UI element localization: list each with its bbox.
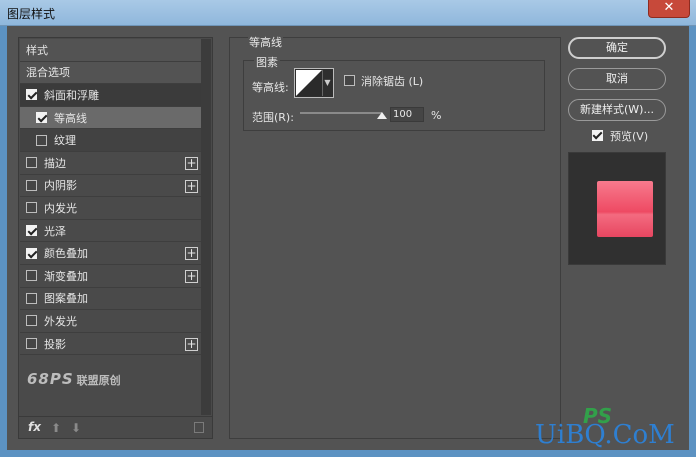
style-item-label: 斜面和浮雕 <box>44 88 99 102</box>
style-item-label: 颜色叠加 <box>44 247 88 261</box>
close-button[interactable]: ✕ <box>648 0 690 18</box>
style-item-label: 投影 <box>44 337 66 351</box>
styles-bottom-bar: fx ⬆ ⬇ <box>19 416 212 438</box>
bevel-emboss-checkbox[interactable] <box>26 89 37 101</box>
dialog-body: 样式 混合选项 斜面和浮雕 等高线 纹理 描边 + 内阴影 + 内发光 光泽 颜… <box>7 26 689 450</box>
style-item-inner-shadow[interactable]: 内阴影 + <box>20 175 201 198</box>
style-item-label: 图案叠加 <box>44 292 88 306</box>
style-item-satin[interactable]: 光泽 <box>20 220 201 243</box>
move-down-icon[interactable]: ⬇ <box>71 421 81 435</box>
style-item-label: 等高线 <box>54 111 87 125</box>
style-item-stroke[interactable]: 描边 + <box>20 152 201 175</box>
style-item-label: 描边 <box>44 156 66 170</box>
elements-fieldset: 图素 等高线: ▼ 消除锯齿 (L) 范围(R): 100 % <box>243 54 545 131</box>
range-input[interactable]: 100 <box>390 107 424 122</box>
style-item-label: 纹理 <box>54 134 76 148</box>
add-stroke-button[interactable]: + <box>185 156 198 170</box>
style-item-contour[interactable]: 等高线 <box>20 106 201 130</box>
inner-glow-checkbox[interactable] <box>26 202 37 214</box>
add-drop-shadow-button[interactable]: + <box>185 337 198 351</box>
add-inner-shadow-button[interactable]: + <box>185 179 198 193</box>
fx-menu-button[interactable]: fx <box>28 420 41 434</box>
range-label: 范围(R): <box>252 111 294 124</box>
styles-scrollbar[interactable] <box>201 39 211 415</box>
style-item-blending-options[interactable]: 混合选项 <box>20 61 201 85</box>
trash-icon[interactable] <box>194 422 204 433</box>
contour-settings-panel: 等高线 图素 等高线: ▼ 消除锯齿 (L) 范围(R): 100 % <box>229 34 561 439</box>
antialias-label: 消除锯齿 (L) <box>361 75 424 88</box>
style-item-label: 外发光 <box>44 314 77 328</box>
stroke-checkbox[interactable] <box>26 157 37 169</box>
new-style-button[interactable]: 新建样式(W)... <box>568 99 666 121</box>
watermark-logo: 68PS 联盟原创 <box>27 370 121 388</box>
watermark-brand: 68PS <box>27 370 74 388</box>
style-item-color-overlay[interactable]: 颜色叠加 + <box>20 242 201 265</box>
elements-fieldset-title: 图素 <box>254 54 280 70</box>
layer-style-dialog: 图层样式 ✕ 样式 混合选项 斜面和浮雕 等高线 纹理 描边 + 内阴影 + 内… <box>0 0 696 457</box>
range-slider-thumb[interactable] <box>377 112 387 119</box>
window-title: 图层样式 <box>7 7 56 21</box>
contour-curve-icon <box>296 70 322 96</box>
style-item-label: 光泽 <box>44 224 66 238</box>
style-item-texture[interactable]: 纹理 <box>20 129 201 152</box>
cancel-button[interactable]: 取消 <box>568 68 666 90</box>
preview-swatch <box>597 181 653 237</box>
color-overlay-checkbox[interactable] <box>26 247 37 259</box>
style-item-drop-shadow[interactable]: 投影 + <box>20 333 201 356</box>
satin-checkbox[interactable] <box>26 225 37 237</box>
style-item-label: 内阴影 <box>44 179 77 193</box>
style-item-label: 混合选项 <box>26 66 70 80</box>
style-item-inner-glow[interactable]: 内发光 <box>20 197 201 220</box>
style-item-outer-glow[interactable]: 外发光 <box>20 310 201 333</box>
title-bar: 图层样式 ✕ <box>0 0 696 26</box>
style-item-label: 内发光 <box>44 201 77 215</box>
style-item-styles[interactable]: 样式 <box>20 39 201 62</box>
preview-checkbox[interactable] <box>592 130 603 141</box>
style-item-gradient-overlay[interactable]: 渐变叠加 + <box>20 265 201 288</box>
styles-panel: 样式 混合选项 斜面和浮雕 等高线 纹理 描边 + 内阴影 + 内发光 光泽 颜… <box>18 37 213 439</box>
style-item-pattern-overlay[interactable]: 图案叠加 <box>20 288 201 311</box>
style-list: 样式 混合选项 斜面和浮雕 等高线 纹理 描边 + 内阴影 + 内发光 光泽 颜… <box>20 39 201 356</box>
texture-checkbox[interactable] <box>36 134 47 146</box>
range-unit: % <box>431 109 442 122</box>
style-item-label: 渐变叠加 <box>44 269 88 283</box>
drop-shadow-checkbox[interactable] <box>26 338 37 350</box>
add-color-overlay-button[interactable]: + <box>185 247 198 261</box>
style-item-bevel-emboss[interactable]: 斜面和浮雕 <box>20 84 201 107</box>
add-gradient-overlay-button[interactable]: + <box>185 269 198 283</box>
contour-label: 等高线: <box>252 81 289 94</box>
preview-label: 预览(V) <box>610 130 649 143</box>
inner-shadow-checkbox[interactable] <box>26 179 37 191</box>
pattern-overlay-checkbox[interactable] <box>26 292 37 304</box>
chevron-down-icon[interactable]: ▼ <box>322 70 332 96</box>
site-watermark: UiBQ.CoM <box>535 420 675 450</box>
gradient-overlay-checkbox[interactable] <box>26 270 37 282</box>
contour-picker[interactable]: ▼ <box>294 68 334 98</box>
outer-glow-checkbox[interactable] <box>26 315 37 327</box>
contour-group-title: 等高线 <box>248 34 283 50</box>
move-up-icon[interactable]: ⬆ <box>51 421 61 435</box>
antialias-checkbox[interactable] <box>344 75 355 86</box>
style-item-label: 样式 <box>26 43 48 57</box>
contour-checkbox[interactable] <box>36 112 47 124</box>
watermark-text: 联盟原创 <box>76 374 121 387</box>
ok-button[interactable]: 确定 <box>568 37 666 59</box>
style-preview <box>568 152 666 265</box>
range-slider-track[interactable] <box>300 112 382 114</box>
